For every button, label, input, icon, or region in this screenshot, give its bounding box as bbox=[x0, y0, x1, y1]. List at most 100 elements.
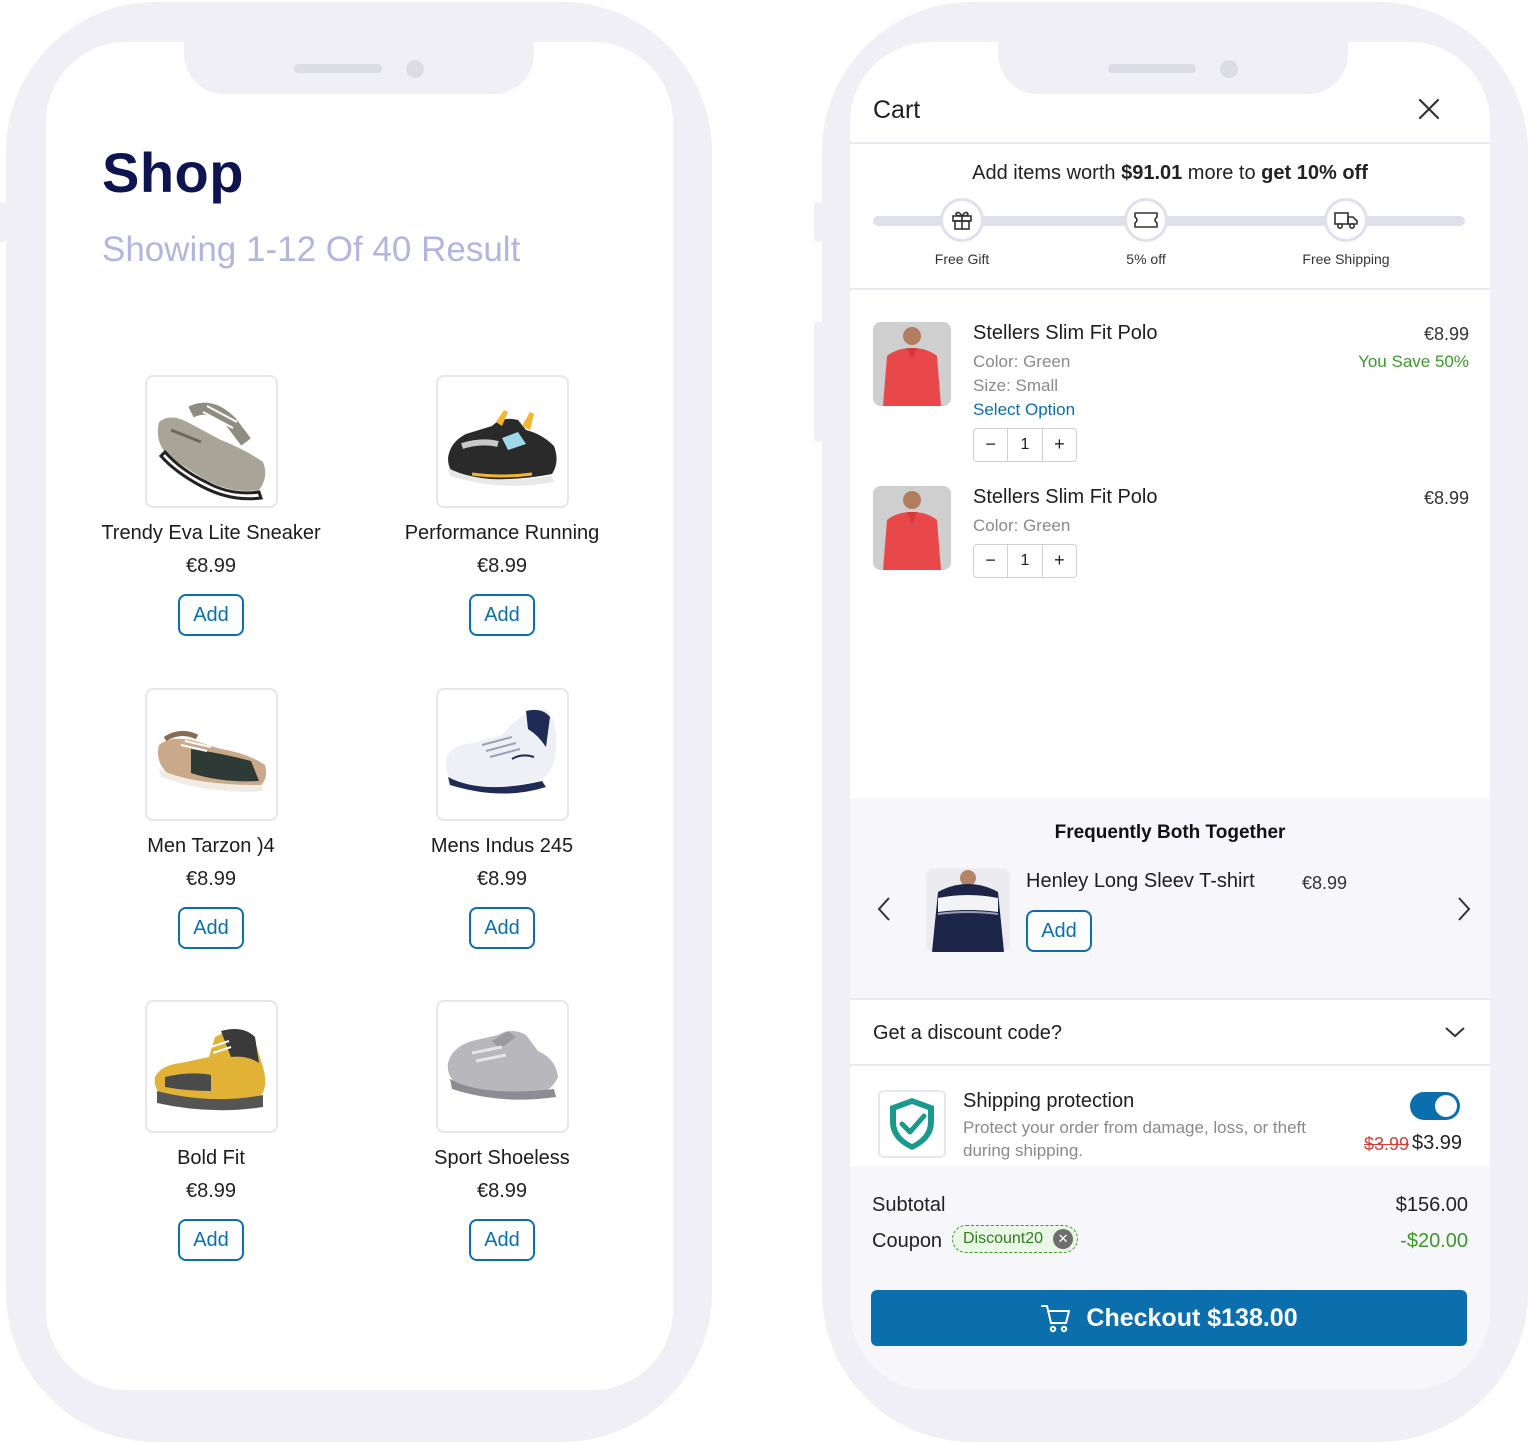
subtotal-value: $156.00 bbox=[1395, 1194, 1468, 1216]
fbt-product-price: €8.99 bbox=[1302, 873, 1348, 893]
subtotal-label: Subtotal bbox=[872, 1194, 946, 1216]
cart-item-name[interactable]: Stellers Slim Fit Polo bbox=[973, 486, 1158, 509]
cart-phone-frame: Cart Add items worth $91.01 more to get … bbox=[814, 2, 1528, 1442]
shop-screen: Shop Showing 1-12 Of 40 Result Trendy Ev… bbox=[46, 42, 673, 1390]
remove-coupon-icon[interactable]: ✕ bbox=[1053, 1229, 1074, 1249]
phone-side-button bbox=[814, 202, 822, 242]
chevron-down-icon[interactable] bbox=[1444, 1024, 1466, 1040]
phone-side-button bbox=[0, 202, 6, 242]
page-title: Shop bbox=[102, 141, 244, 204]
quantity-value[interactable]: 1 bbox=[1007, 545, 1043, 577]
product-card[interactable]: Men Tarzon )4 €8.99 Add bbox=[91, 688, 331, 949]
original-price: $3.99 bbox=[1364, 1134, 1410, 1154]
shield-icon bbox=[878, 1090, 946, 1158]
cart-icon bbox=[1041, 1305, 1071, 1333]
milestone-label: Free Shipping bbox=[1302, 251, 1390, 267]
coupon-chip: Discount20 ✕ bbox=[952, 1225, 1079, 1253]
product-price: €8.99 bbox=[185, 1180, 237, 1202]
product-name[interactable]: Performance Running bbox=[382, 522, 622, 545]
checkout-button[interactable]: Checkout $138.00 bbox=[871, 1290, 1467, 1346]
fbt-product-name[interactable]: Henley Long Sleev T-shirt bbox=[1026, 870, 1255, 893]
cart-item-name[interactable]: Stellers Slim Fit Polo bbox=[973, 322, 1158, 345]
add-to-cart-button[interactable]: Add bbox=[178, 907, 244, 949]
discount-code-label[interactable]: Get a discount code? bbox=[873, 1022, 1062, 1045]
shipping-protection-description: Protect your order from damage, loss, or… bbox=[963, 1118, 1306, 1160]
product-name[interactable]: Mens Indus 245 bbox=[382, 835, 622, 858]
milestone-label: 5% off bbox=[1126, 251, 1166, 267]
milestone-free-gift bbox=[940, 198, 984, 242]
product-card[interactable]: Bold Fit €8.99 Add bbox=[91, 1000, 331, 1261]
divider bbox=[850, 288, 1490, 290]
milestone-label: Free Gift bbox=[934, 251, 990, 267]
phone-notch bbox=[998, 42, 1348, 94]
product-price: €8.99 bbox=[185, 555, 237, 577]
product-price: €8.99 bbox=[185, 868, 237, 890]
product-image-henley-tshirt[interactable] bbox=[926, 868, 1010, 952]
product-image-white-navy-sneaker[interactable] bbox=[435, 688, 569, 821]
order-summary: Subtotal $156.00 Coupon Discount20 ✕ -$2… bbox=[850, 1166, 1490, 1390]
frequently-bought-together: Frequently Both Together Henley Long Sle… bbox=[850, 798, 1490, 998]
cart-screen: Cart Add items worth $91.01 more to get … bbox=[850, 42, 1490, 1390]
add-to-cart-button[interactable]: Add bbox=[469, 1219, 535, 1261]
cart-item-color: Color: Green bbox=[973, 352, 1071, 371]
truck-icon bbox=[1334, 212, 1358, 230]
product-name[interactable]: Bold Fit bbox=[91, 1147, 331, 1170]
product-price: €8.99 bbox=[476, 555, 528, 577]
chevron-right-icon[interactable] bbox=[1452, 894, 1476, 924]
milestone-percent-off bbox=[1124, 198, 1168, 242]
product-card[interactable]: Performance Running €8.99 Add bbox=[382, 375, 622, 636]
cart-item-price: €8.99 bbox=[1423, 324, 1469, 344]
quantity-stepper: − 1 + bbox=[973, 428, 1077, 462]
decrease-quantity-button[interactable]: − bbox=[974, 429, 1007, 461]
increase-quantity-button[interactable]: + bbox=[1043, 429, 1076, 461]
product-image-tan-black-sneaker[interactable] bbox=[144, 688, 278, 821]
product-name[interactable]: Trendy Eva Lite Sneaker bbox=[91, 522, 331, 545]
milestone-free-shipping bbox=[1324, 198, 1368, 242]
cart-item-color: Color: Green bbox=[973, 516, 1071, 535]
shipping-protection: Shipping protection Protect your order f… bbox=[850, 1066, 1490, 1166]
product-image-black-yellow-sneaker[interactable] bbox=[435, 375, 569, 508]
product-name[interactable]: Men Tarzon )4 bbox=[91, 835, 331, 858]
add-to-cart-button[interactable]: Add bbox=[469, 907, 535, 949]
discount-code-accordion[interactable]: Get a discount code? bbox=[850, 998, 1490, 1066]
ticket-icon bbox=[1134, 212, 1158, 228]
result-count: Showing 1-12 Of 40 Result bbox=[102, 230, 521, 269]
product-image-red-polo[interactable] bbox=[873, 322, 951, 406]
product-card[interactable]: Sport Shoeless €8.99 Add bbox=[382, 1000, 622, 1261]
fbt-add-button[interactable]: Add bbox=[1026, 910, 1092, 952]
add-to-cart-button[interactable]: Add bbox=[469, 594, 535, 636]
quantity-value[interactable]: 1 bbox=[1007, 429, 1043, 461]
product-price: €8.99 bbox=[476, 1180, 528, 1202]
cart-item-price: €8.99 bbox=[1423, 488, 1469, 508]
gift-icon bbox=[952, 211, 972, 230]
decrease-quantity-button[interactable]: − bbox=[974, 545, 1007, 577]
product-card[interactable]: Mens Indus 245 €8.99 Add bbox=[382, 688, 622, 949]
add-to-cart-button[interactable]: Add bbox=[178, 1219, 244, 1261]
product-image-red-polo[interactable] bbox=[873, 486, 951, 570]
chevron-left-icon[interactable] bbox=[872, 894, 896, 924]
checkout-label[interactable]: Checkout $138.00 bbox=[1086, 1304, 1297, 1333]
close-icon[interactable] bbox=[1416, 96, 1442, 122]
discount-progress-message: Add items worth $91.01 more to get 10% o… bbox=[972, 162, 1368, 184]
product-image-grey-sneaker[interactable] bbox=[144, 375, 278, 508]
protection-price: $3.99 bbox=[1412, 1132, 1463, 1154]
shipping-protection-toggle[interactable] bbox=[1410, 1092, 1460, 1120]
phone-side-button bbox=[814, 322, 822, 442]
cart-item-size: Size: Small bbox=[973, 376, 1059, 395]
product-card[interactable]: Trendy Eva Lite Sneaker €8.99 Add bbox=[91, 375, 331, 636]
cart-line-item: Stellers Slim Fit Polo €8.99 Color: Gree… bbox=[873, 486, 1469, 586]
product-name[interactable]: Sport Shoeless bbox=[382, 1147, 622, 1170]
section-title: Frequently Both Together bbox=[1054, 822, 1286, 843]
add-to-cart-button[interactable]: Add bbox=[178, 594, 244, 636]
phone-notch bbox=[184, 42, 534, 94]
product-image-grey-strap-sneaker[interactable] bbox=[435, 1000, 569, 1133]
savings-badge: You Save 50% bbox=[1358, 352, 1469, 371]
product-image-yellow-hiking-boot[interactable] bbox=[144, 1000, 278, 1133]
cart-line-item: Stellers Slim Fit Polo €8.99 You Save 50… bbox=[873, 322, 1469, 472]
coupon-code: Discount20 bbox=[963, 1230, 1044, 1247]
coupon-discount: -$20.00 bbox=[1400, 1230, 1468, 1252]
select-option-link[interactable]: Select Option bbox=[973, 400, 1075, 420]
cart-header: Cart bbox=[850, 92, 1490, 144]
shipping-protection-title: Shipping protection bbox=[963, 1090, 1135, 1112]
increase-quantity-button[interactable]: + bbox=[1043, 545, 1076, 577]
